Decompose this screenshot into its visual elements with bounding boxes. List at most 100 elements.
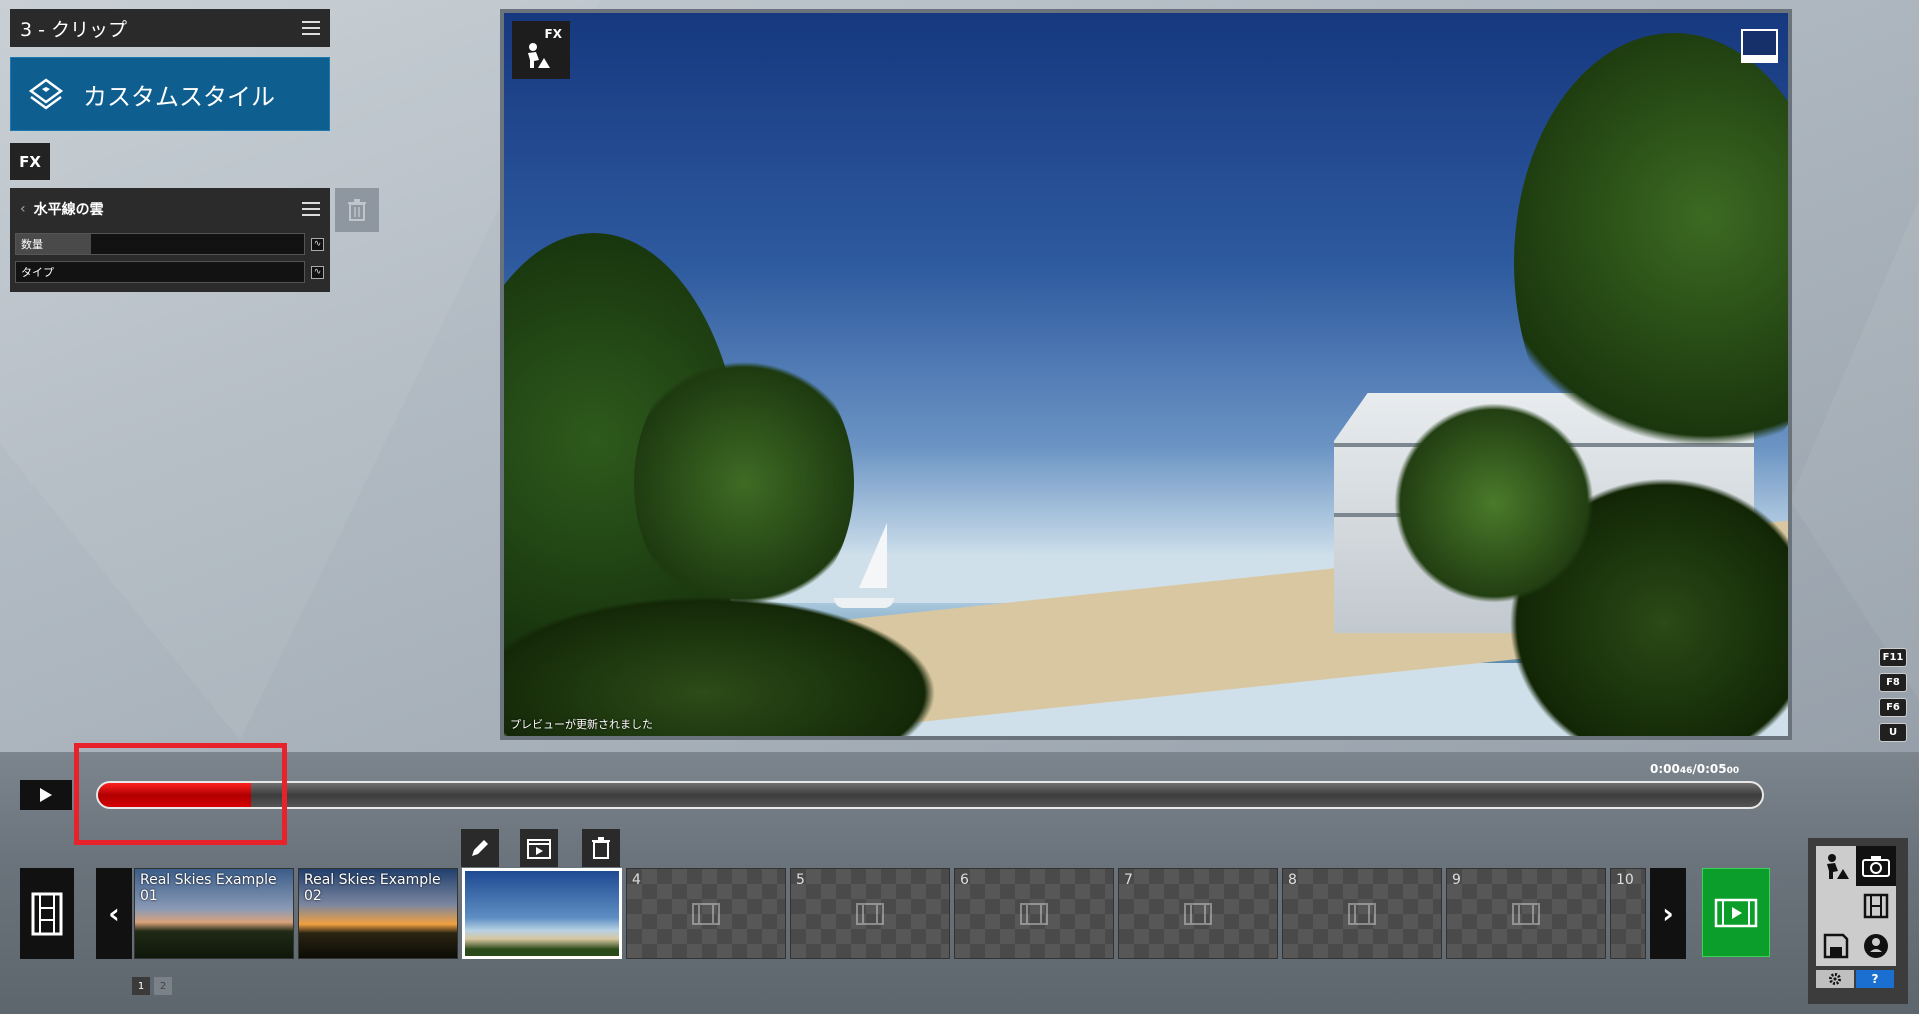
timeline-scrubber[interactable]	[96, 781, 1764, 809]
photo-mode-button[interactable]	[1856, 846, 1896, 886]
film-strip-icon	[1863, 893, 1889, 919]
play-icon	[40, 788, 52, 802]
clip-slot[interactable]: Real Skies Example 01	[134, 868, 294, 959]
fx-tab[interactable]: FX	[10, 143, 50, 180]
film-play-icon	[1714, 898, 1758, 927]
gear-icon	[1829, 973, 1841, 985]
film-strip-icon	[1512, 903, 1540, 925]
clip-number: 10	[1616, 872, 1634, 888]
page-1-button[interactable]: 1	[132, 977, 150, 995]
prev-clips-arrow[interactable]: ‹	[96, 868, 132, 959]
clip-label: Real Skies Example 02	[304, 872, 441, 904]
settings-button[interactable]	[1816, 970, 1854, 988]
shortcut-label: F6	[1886, 702, 1900, 713]
movie-mode-button[interactable]	[1856, 886, 1896, 926]
effect-name: 水平線の雲	[33, 202, 104, 218]
amount-slider[interactable]: 数量	[15, 233, 305, 255]
effect-menu-icon[interactable]	[302, 202, 320, 216]
clip-slot[interactable]: 4	[626, 868, 786, 959]
film-strip-icon	[692, 903, 720, 925]
preview-sailboat-sail	[859, 523, 887, 588]
shortcut-label: U	[1888, 727, 1898, 738]
camera-icon	[1862, 856, 1890, 877]
save-button[interactable]	[1816, 926, 1856, 966]
delete-effect-button[interactable]	[335, 188, 379, 232]
type-slider[interactable]: タイプ	[15, 261, 305, 283]
clips-view-button[interactable]	[20, 868, 74, 959]
curve-icon[interactable]: ∿	[311, 265, 324, 279]
import-icon	[1864, 934, 1888, 958]
preview-palm-left-2	[634, 343, 854, 623]
clip-slot[interactable]: 8	[1282, 868, 1442, 959]
amount-label: 数量	[21, 238, 43, 251]
effect-panel: ‹ 水平線の雲 数量 ∿ タイプ ∿	[10, 188, 330, 292]
film-strip-icon	[1184, 903, 1212, 925]
clip-pager: 1 2	[132, 977, 172, 995]
param-row: 数量 ∿	[15, 233, 325, 255]
clip-strip: ‹ › Real Skies Example 01 Real Skies Exam…	[96, 868, 1686, 959]
clip-slot[interactable]: 7	[1118, 868, 1278, 959]
shortcut-f8[interactable]: F8	[1879, 673, 1907, 692]
effect-header: ‹ 水平線の雲	[10, 188, 330, 230]
back-chevron-icon[interactable]: ‹	[20, 201, 26, 217]
page-2-button[interactable]: 2	[154, 977, 172, 995]
clip-number: 8	[1288, 872, 1297, 888]
custom-style-label: カスタムスタイル	[83, 82, 275, 111]
mode-panel: ?	[1808, 838, 1908, 1004]
time-readout: 0:0046/0:0500	[1650, 762, 1740, 776]
build-mode-lower	[1816, 886, 1856, 926]
shortcut-f6[interactable]: F6	[1879, 698, 1907, 717]
clip-number: 6	[960, 872, 969, 888]
shortcut-f11[interactable]: F11	[1879, 648, 1907, 667]
layers-icon	[28, 78, 64, 110]
shortcut-u[interactable]: U	[1879, 723, 1907, 742]
type-label: タイプ	[21, 266, 54, 279]
preview-fx-button[interactable]: FX	[512, 21, 570, 79]
clip-number: 4	[632, 872, 641, 888]
highlight-annotation	[74, 743, 287, 845]
preview-palm-center	[1384, 393, 1604, 613]
play-button[interactable]	[20, 780, 72, 810]
import-button[interactable]	[1856, 926, 1896, 966]
curve-icon[interactable]: ∿	[311, 237, 324, 251]
clip-slot[interactable]: 9	[1446, 868, 1606, 959]
param-row: タイプ ∿	[15, 261, 325, 283]
clip-slot[interactable]: 10	[1610, 868, 1646, 959]
preview-viewport[interactable]: FX プレビューが更新されました	[500, 9, 1792, 740]
fx-tab-label: FX	[19, 152, 41, 171]
film-strip-icon	[1020, 903, 1048, 925]
preview-fx-label: FX	[544, 27, 562, 41]
worker-icon	[1827, 854, 1849, 879]
floppy-disk-icon	[1823, 933, 1849, 959]
film-strip-icon	[1348, 903, 1376, 925]
clip-panel-title: 3 - クリップ	[20, 18, 128, 41]
shortcut-label: F11	[1882, 652, 1904, 663]
custom-style-button[interactable]: カスタムスタイル	[10, 57, 330, 131]
film-strip-icon	[856, 903, 884, 925]
clip-slot[interactable]: 6	[954, 868, 1114, 959]
clip-number: 9	[1452, 872, 1461, 888]
help-button[interactable]: ?	[1856, 970, 1894, 988]
background-shard	[1790, 200, 1919, 700]
clip-slot[interactable]	[462, 868, 622, 959]
trash-icon	[348, 199, 366, 221]
render-video-button[interactable]	[1702, 868, 1770, 957]
edit-clip-button[interactable]	[461, 829, 499, 867]
clip-slot[interactable]: Real Skies Example 02	[298, 868, 458, 959]
clip-label: Real Skies Example 01	[140, 872, 277, 904]
preview-fullscreen-toggle[interactable]	[1741, 29, 1778, 63]
clip-slot[interactable]: 5	[790, 868, 950, 959]
hamburger-menu-icon[interactable]	[302, 21, 320, 35]
preview-status-text: プレビューが更新されました	[510, 718, 653, 731]
preview-sailboat-hull	[834, 598, 894, 608]
build-mode-button[interactable]	[1816, 846, 1856, 886]
delete-clip-button[interactable]	[582, 829, 620, 867]
trash-icon	[592, 837, 610, 859]
film-strip-icon	[31, 892, 63, 935]
next-clips-arrow[interactable]: ›	[1650, 868, 1686, 959]
clip-number: 5	[796, 872, 805, 888]
clip-effects-button[interactable]	[520, 829, 558, 867]
clapper-icon	[527, 839, 551, 859]
shortcut-label: F8	[1886, 677, 1900, 688]
pencil-icon	[472, 840, 488, 856]
